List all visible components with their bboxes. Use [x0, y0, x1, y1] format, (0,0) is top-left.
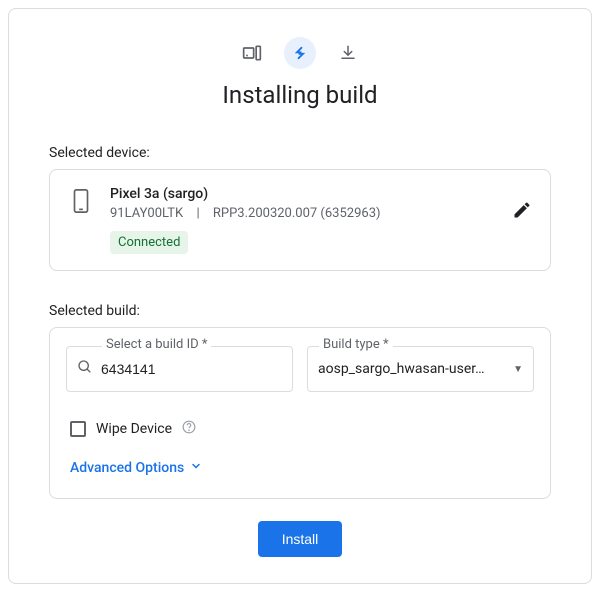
build-id-field[interactable]: Select a build ID *: [66, 346, 293, 392]
install-step-icon: [284, 37, 316, 69]
install-card: Installing build Selected device: Pixel …: [8, 8, 592, 584]
status-badge: Connected: [110, 231, 188, 254]
stepper: [49, 37, 551, 69]
build-row: Select a build ID * Build type * aosp_sa…: [66, 346, 534, 392]
advanced-options-label: Advanced Options: [70, 460, 184, 476]
page-title: Installing build: [49, 81, 551, 109]
separator: |: [196, 206, 199, 221]
pencil-icon: [512, 200, 532, 220]
device-box: Pixel 3a (sargo) 91LAY00LTK | RPP3.20032…: [49, 169, 551, 271]
install-button[interactable]: Install: [258, 521, 343, 557]
wipe-device-label: Wipe Device: [96, 421, 172, 437]
search-icon: [77, 359, 93, 379]
devices-step-icon: [236, 37, 268, 69]
wipe-device-checkbox[interactable]: [70, 421, 86, 437]
wipe-device-row[interactable]: Wipe Device: [70, 420, 534, 438]
device-name: Pixel 3a (sargo): [110, 186, 492, 202]
phone-icon: [72, 188, 90, 218]
build-type-label: Build type *: [319, 337, 393, 352]
download-step-icon: [332, 37, 364, 69]
selected-device-label: Selected device:: [49, 145, 551, 161]
device-serial: 91LAY00LTK: [110, 206, 183, 221]
advanced-options-toggle[interactable]: Advanced Options: [70, 460, 534, 476]
build-box: Select a build ID * Build type * aosp_sa…: [49, 327, 551, 499]
build-type-value: aosp_sargo_hwasan-user…: [318, 361, 505, 377]
build-id-input[interactable]: [101, 361, 282, 377]
chevron-down-icon: [190, 460, 202, 476]
build-id-label: Select a build ID *: [102, 337, 211, 352]
selected-build-label: Selected build:: [49, 303, 551, 319]
chevron-down-icon: ▼: [513, 364, 523, 375]
device-build-info: RPP3.200320.007 (6352963): [213, 206, 381, 221]
device-meta: 91LAY00LTK | RPP3.200320.007 (6352963): [110, 206, 492, 221]
build-type-field[interactable]: Build type * aosp_sargo_hwasan-user… ▼: [307, 346, 534, 392]
device-info: Pixel 3a (sargo) 91LAY00LTK | RPP3.20032…: [110, 186, 492, 254]
help-icon[interactable]: [182, 420, 196, 438]
edit-device-button[interactable]: [512, 200, 532, 224]
install-row: Install: [49, 521, 551, 557]
